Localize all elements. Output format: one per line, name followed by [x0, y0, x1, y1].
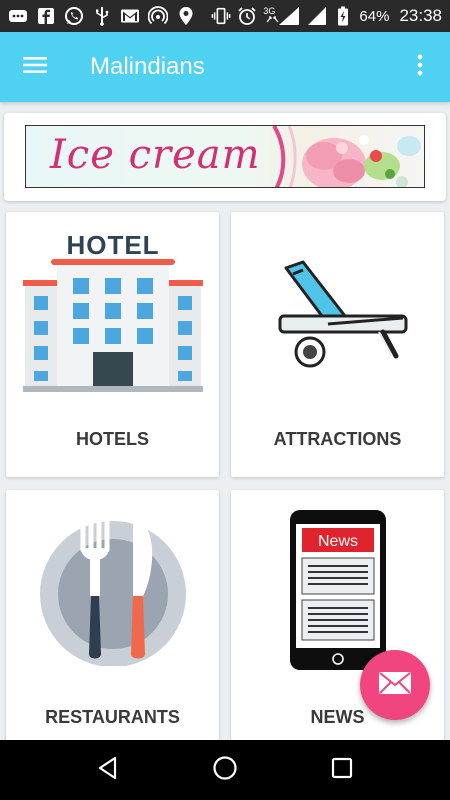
more-vert-icon — [417, 54, 423, 81]
home-circle-icon — [212, 755, 238, 786]
alarm-icon — [237, 6, 257, 26]
chat-notification-icon — [8, 6, 28, 26]
restaurants-label: RESTAURANTS — [45, 707, 180, 727]
app-bar: Malindians — [0, 32, 450, 102]
news-header-text: News — [317, 533, 357, 550]
signal-icon: 3G — [263, 6, 301, 26]
hotels-label: HOTELS — [75, 429, 149, 449]
hotel-building-icon: HOTEL — [22, 230, 203, 392]
attractions-tile[interactable]: ATTRACTIONS — [231, 212, 444, 477]
wifi-signal-icon — [307, 6, 327, 26]
sun-lounger-icon — [278, 260, 407, 368]
home-button[interactable] — [200, 745, 250, 795]
banner-text: Ice cream — [50, 132, 261, 178]
hamburger-icon — [22, 55, 48, 80]
system-navigation-bar — [0, 740, 450, 800]
whatsapp-icon — [64, 6, 84, 26]
facebook-icon — [36, 6, 56, 26]
envelope-icon — [378, 671, 412, 700]
hotspot-icon — [148, 6, 168, 26]
recents-button[interactable] — [317, 745, 367, 795]
banner-card: Ice cream — [4, 113, 446, 201]
usb-icon — [92, 6, 112, 26]
recents-square-icon — [331, 757, 353, 784]
ice-cream-banner[interactable]: Ice cream — [25, 125, 425, 188]
overflow-menu-button[interactable] — [400, 47, 440, 87]
ice-cream-sundae-image — [272, 126, 421, 187]
back-triangle-icon — [96, 756, 120, 785]
app-title: Malindians — [90, 53, 205, 80]
hotel-sign-text: HOTEL — [66, 230, 159, 260]
status-bar: 3G 64% 23:38 — [0, 0, 450, 32]
network-type-text: 3G — [263, 6, 276, 16]
battery-percentage: 64% — [359, 7, 390, 25]
plate-cutlery-icon — [39, 517, 186, 666]
hotels-tile[interactable]: HOTEL HOTELS — [6, 212, 219, 477]
menu-button[interactable] — [0, 32, 70, 102]
clock: 23:38 — [399, 6, 442, 25]
news-phone-icon: News — [289, 510, 386, 670]
attractions-label: ATTRACTIONS — [273, 429, 402, 449]
back-button[interactable] — [83, 745, 133, 795]
location-icon — [176, 6, 196, 26]
battery-icon — [333, 6, 353, 26]
mail-fab-button[interactable] — [360, 650, 430, 720]
restaurants-tile[interactable]: RESTAURANTS — [6, 490, 219, 740]
gmail-icon — [120, 6, 140, 26]
vibrate-icon — [211, 6, 231, 26]
